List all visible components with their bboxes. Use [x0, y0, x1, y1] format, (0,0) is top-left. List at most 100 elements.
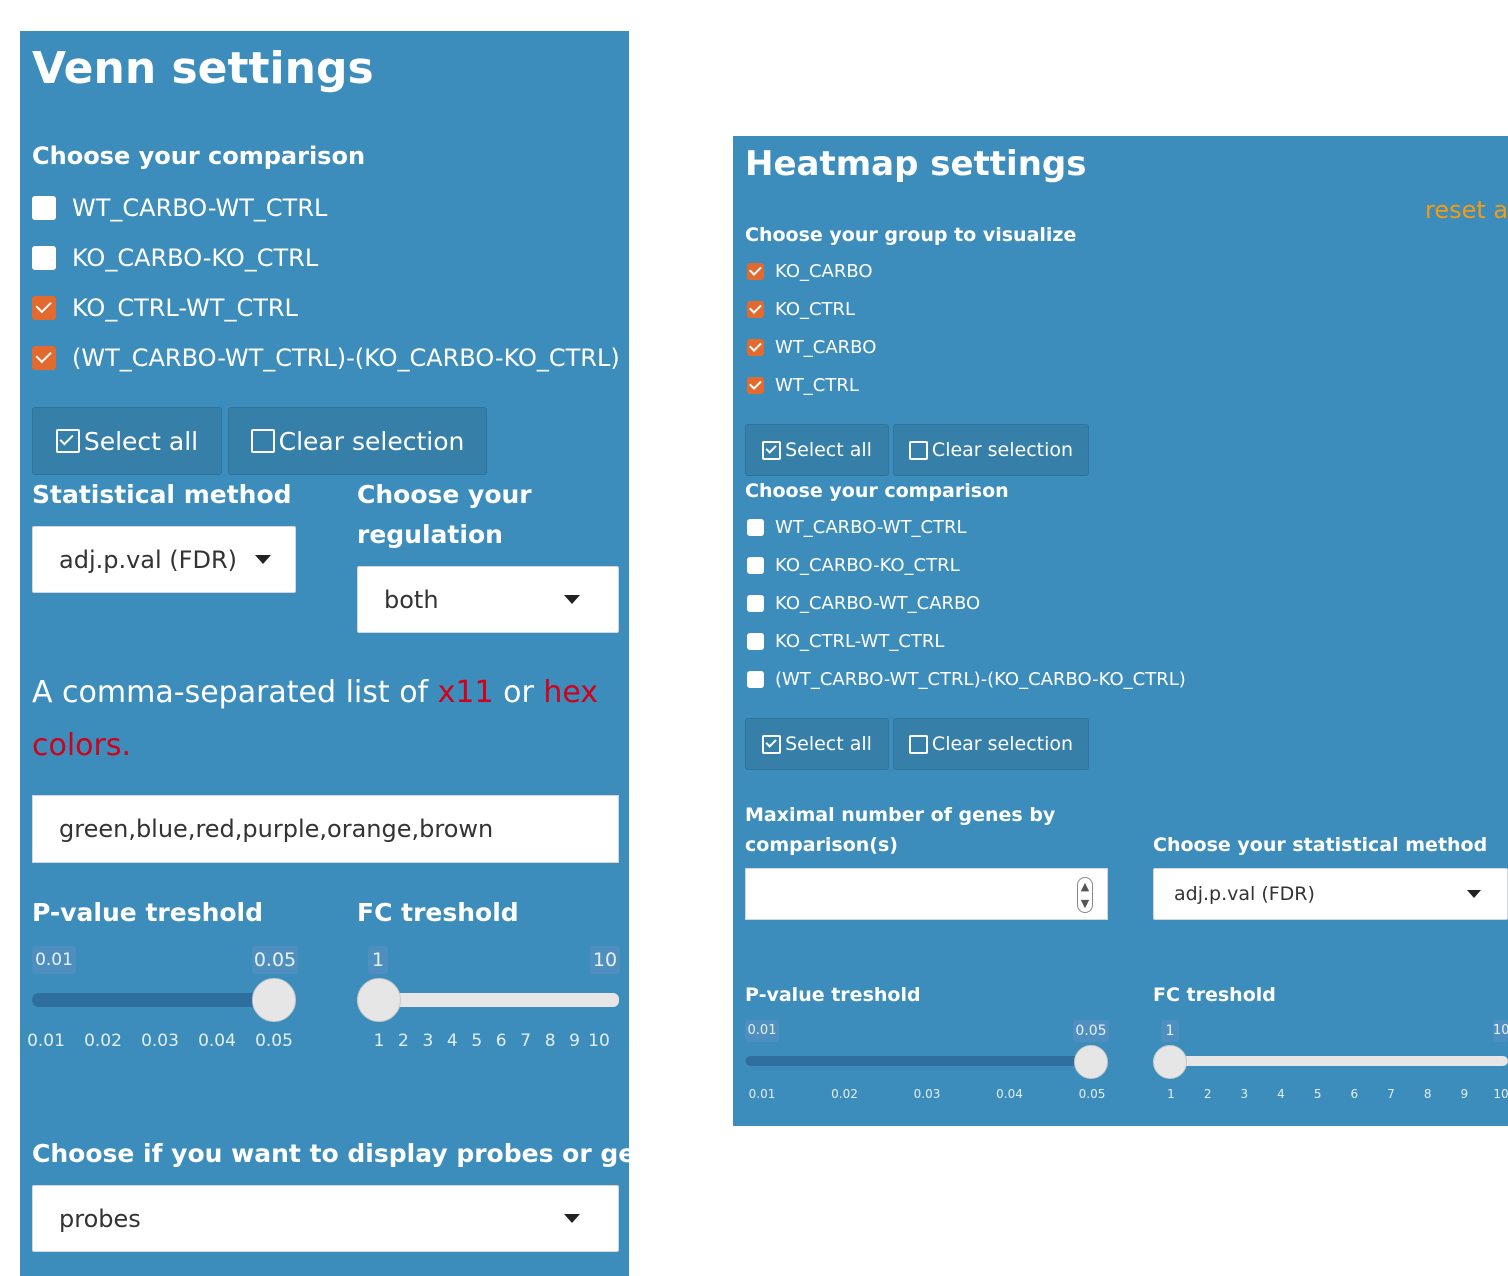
heatmap-comparison-checkbox-row[interactable]: KO_CTRL-WT_CTRL — [747, 631, 944, 652]
heatmap-pvalue-tick-label: 0.03 — [913, 1087, 941, 1101]
venn-colors-input-value: green,blue,red,purple,orange,brown — [59, 815, 494, 843]
heatmap-comparison-checkbox[interactable] — [747, 519, 764, 536]
heatmap-group-checkbox[interactable] — [747, 263, 764, 280]
venn-comparison-checkbox-label: WT_CARBO-WT_CTRL — [72, 194, 328, 222]
heatmap-fc-tick-label: 10 — [1493, 1087, 1508, 1101]
venn-colors-input[interactable]: green,blue,red,purple,orange,brown — [32, 795, 619, 863]
venn-fc-tick-label: 3 — [422, 1031, 434, 1051]
venn-regulation-select[interactable]: both — [357, 566, 619, 633]
venn-fc-tick-label: 10 — [588, 1031, 610, 1051]
heatmap-group-checkbox-row[interactable]: KO_CARBO — [747, 261, 873, 282]
heatmap-fc-slider-track[interactable] — [1153, 1056, 1508, 1066]
heatmap-group-checkbox-row[interactable]: KO_CTRL — [747, 299, 855, 320]
heatmap-groups-clear-selection-button[interactable]: Clear selection — [893, 424, 1089, 476]
heatmap-groups-clear-selection-label: Clear selection — [931, 439, 1074, 461]
heatmap-group-label: Choose your group to visualize — [745, 224, 1077, 246]
heatmap-comparison-checkbox-row[interactable]: KO_CARBO-KO_CTRL — [747, 555, 960, 576]
venn-pvalue-tick-label: 0.04 — [198, 1031, 236, 1051]
heatmap-group-checkbox-label: KO_CTRL — [775, 299, 856, 320]
venn-fc-max-label: 10 — [590, 946, 620, 974]
heatmap-fc-value-label: 1 — [1161, 1020, 1179, 1042]
venn-fc-value-label: 1 — [368, 946, 388, 974]
venn-regulation-label-2: regulation — [357, 520, 503, 549]
heatmap-group-checkbox-row[interactable]: WT_CTRL — [747, 375, 859, 396]
venn-fc-tick-label: 6 — [495, 1031, 507, 1051]
venn-comparison-checkbox-row[interactable]: (WT_CARBO-WT_CTRL)-(KO_CARBO-KO_CTRL) — [32, 344, 620, 372]
heatmap-comparison-checkbox-row[interactable]: KO_CARBO-WT_CARBO — [747, 593, 980, 614]
heatmap-pvalue-slider-handle[interactable] — [1074, 1045, 1108, 1079]
venn-comparison-checkbox-row[interactable]: KO_CTRL-WT_CTRL — [32, 294, 298, 322]
venn-regulation-label-1: Choose your — [357, 480, 532, 509]
heatmap-comparison-checkbox[interactable] — [747, 595, 764, 612]
heatmap-maxgenes-label-2: comparison(s) — [745, 834, 898, 856]
heatmap-group-checkbox[interactable] — [747, 377, 764, 394]
heatmap-comps-select-all-button[interactable]: Select all — [745, 718, 889, 770]
heatmap-pvalue-slider-fill — [745, 1056, 1091, 1066]
empty-square-icon — [250, 429, 275, 453]
heatmap-stat-method-select[interactable]: adj.p.val (FDR) — [1153, 868, 1508, 920]
heatmap-maxgenes-input[interactable]: ▲ ▼ — [745, 868, 1108, 920]
heatmap-title: Heatmap settings — [745, 144, 1087, 184]
venn-fc-slider-handle[interactable] — [357, 978, 401, 1022]
heatmap-settings-panel: Heatmap settings reset al Choose your gr… — [733, 136, 1508, 1126]
heatmap-comparison-checkbox-label: WT_CARBO-WT_CTRL — [775, 517, 967, 538]
heatmap-fc-slider-handle[interactable] — [1153, 1045, 1187, 1079]
heatmap-pvalue-tick-label: 0.05 — [1078, 1087, 1106, 1101]
empty-square-icon — [908, 734, 928, 754]
checked-square-icon — [55, 429, 80, 453]
heatmap-fc-tick-label: 4 — [1277, 1087, 1285, 1101]
venn-colors-hex-link[interactable]: hex — [543, 675, 598, 710]
venn-colors-x11-link[interactable]: x11 — [438, 675, 494, 710]
heatmap-fc-tick-label: 9 — [1460, 1087, 1469, 1101]
venn-colors-hint-line2[interactable]: colors. — [32, 728, 131, 763]
venn-fc-tick-label: 9 — [569, 1031, 580, 1051]
heatmap-pvalue-tick-label: 0.04 — [996, 1087, 1023, 1101]
heatmap-group-checkbox-label: WT_CARBO — [775, 337, 877, 358]
venn-clear-selection-button[interactable]: Clear selection — [228, 407, 487, 475]
heatmap-comparison-checkbox-row[interactable]: (WT_CARBO-WT_CTRL)-(KO_CARBO-KO_CTRL) — [747, 669, 1186, 690]
heatmap-fc-tick-label: 8 — [1423, 1087, 1432, 1101]
heatmap-pvalue-tick-label: 0.02 — [831, 1087, 858, 1101]
heatmap-comparison-checkbox-label: KO_CARBO-KO_CTRL — [775, 555, 960, 576]
checked-square-icon — [762, 734, 782, 754]
venn-comparison-checkbox[interactable] — [32, 296, 56, 320]
venn-pvalue-min-label: 0.01 — [32, 946, 76, 974]
venn-comparison-checkbox[interactable] — [32, 246, 56, 270]
heatmap-fc-tick-label: 3 — [1240, 1087, 1249, 1101]
heatmap-fc-label: FC treshold — [1153, 984, 1276, 1006]
heatmap-comparison-checkbox[interactable] — [747, 671, 764, 688]
venn-comparison-checkbox-row[interactable]: WT_CARBO-WT_CTRL — [32, 194, 327, 222]
venn-fc-label: FC treshold — [357, 898, 519, 927]
heatmap-groups-select-all-button[interactable]: Select all — [745, 424, 889, 476]
heatmap-comparison-checkbox-row[interactable]: WT_CARBO-WT_CTRL — [747, 517, 967, 538]
heatmap-group-checkbox[interactable] — [747, 339, 764, 356]
chevron-down-icon — [564, 595, 580, 604]
venn-fc-tick-label: 4 — [446, 1031, 458, 1051]
venn-stat-method-select[interactable]: adj.p.val (FDR) — [32, 526, 296, 593]
heatmap-comparison-label: Choose your comparison — [745, 480, 1009, 502]
reset-all-link[interactable]: reset al — [1425, 196, 1508, 224]
venn-comparison-checkbox[interactable] — [32, 346, 56, 370]
empty-square-icon — [908, 440, 928, 460]
venn-display-select[interactable]: probes — [32, 1185, 619, 1252]
heatmap-pvalue-min-label: 0.01 — [745, 1020, 779, 1042]
venn-pvalue-slider-handle[interactable] — [252, 978, 296, 1022]
heatmap-group-checkbox[interactable] — [747, 301, 764, 318]
venn-colors-or-text: or — [493, 675, 544, 710]
venn-colors-hint-text: A comma-separated list of — [32, 675, 438, 710]
heatmap-comparison-checkbox[interactable] — [747, 557, 764, 574]
chevron-down-icon — [255, 555, 271, 564]
heatmap-fc-tick-label: 7 — [1387, 1087, 1395, 1101]
heatmap-comps-clear-selection-button[interactable]: Clear selection — [893, 718, 1089, 770]
venn-comparison-checkbox-row[interactable]: KO_CARBO-KO_CTRL — [32, 244, 318, 272]
heatmap-fc-max-label: 10 — [1493, 1020, 1508, 1042]
venn-fc-tick-label: 1 — [373, 1031, 385, 1051]
venn-fc-tick-label: 7 — [520, 1031, 532, 1051]
venn-settings-panel: Venn settings Choose your comparison WT_… — [20, 31, 685, 1276]
venn-select-all-button[interactable]: Select all — [32, 407, 222, 475]
venn-comparison-checkbox[interactable] — [32, 196, 56, 220]
number-spinner-icon[interactable]: ▲ ▼ — [1077, 877, 1093, 913]
heatmap-fc-tick-label: 2 — [1203, 1087, 1212, 1101]
heatmap-comparison-checkbox[interactable] — [747, 633, 764, 650]
heatmap-group-checkbox-row[interactable]: WT_CARBO — [747, 337, 876, 358]
